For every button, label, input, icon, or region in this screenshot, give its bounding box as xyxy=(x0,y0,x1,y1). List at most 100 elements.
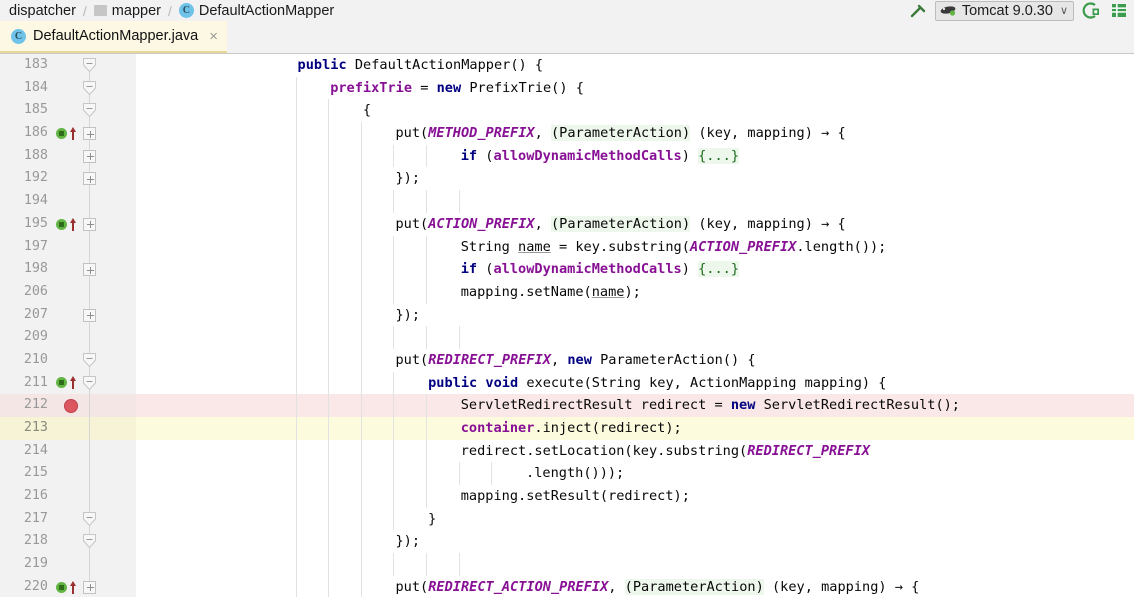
code-line[interactable]: 207}); xyxy=(0,303,1134,327)
code-text[interactable]: public DefaultActionMapper() { xyxy=(136,54,1134,77)
fold-column[interactable] xyxy=(82,190,98,213)
fold-column[interactable] xyxy=(82,235,98,259)
code-text[interactable]: if (allowDynamicMethodCalls) {...} xyxy=(136,144,1134,168)
fold-column[interactable] xyxy=(82,99,98,123)
editor-gutter-cell[interactable]: 214 xyxy=(0,439,136,463)
fold-column[interactable] xyxy=(82,530,98,554)
fold-column[interactable] xyxy=(82,167,98,191)
fold-column[interactable] xyxy=(82,76,98,100)
code-text[interactable]: { xyxy=(136,99,1134,123)
code-line[interactable]: 206 mapping.setName(name); xyxy=(0,280,1134,304)
run-configuration-selector[interactable]: Tomcat 9.0.30 ∨ xyxy=(934,0,1074,21)
editor-gutter-cell[interactable]: 217 xyxy=(0,507,136,531)
fold-collapse-icon[interactable] xyxy=(83,375,96,391)
code-line[interactable]: 185 { xyxy=(0,99,1134,123)
editor-gutter-cell[interactable]: 212 xyxy=(0,394,136,417)
editor-gutter-cell[interactable]: 188 xyxy=(0,144,136,168)
fold-expand-icon[interactable] xyxy=(83,149,96,163)
tab-default-action-mapper[interactable]: C DefaultActionMapper.java × xyxy=(0,21,228,53)
code-text[interactable] xyxy=(136,326,1134,349)
code-line[interactable]: 211 public void execute(String key, Actio… xyxy=(0,371,1134,395)
breakpoint-icon[interactable] xyxy=(64,398,78,413)
editor-gutter-cell[interactable]: 216 xyxy=(0,485,136,508)
fold-column[interactable] xyxy=(82,144,98,168)
editor-gutter-cell[interactable]: 211 xyxy=(0,371,136,395)
overriding-method-icon[interactable] xyxy=(69,376,77,390)
fold-column[interactable] xyxy=(82,553,98,576)
code-text[interactable]: redirect.setLocation(key.substring(REDIR… xyxy=(136,439,1134,463)
fold-column[interactable] xyxy=(82,507,98,531)
implemented-method-icon[interactable] xyxy=(56,581,67,593)
breadcrumb-item-mapper[interactable]: mapper xyxy=(91,3,164,19)
code-text[interactable]: }); xyxy=(136,167,1134,191)
code-text[interactable]: }); xyxy=(136,303,1134,327)
code-text[interactable]: String name = key.substring(ACTION_PREFI… xyxy=(136,235,1134,259)
fold-column[interactable] xyxy=(82,212,98,236)
fold-column[interactable] xyxy=(82,258,98,281)
code-line[interactable]: 219 xyxy=(0,553,1134,576)
implemented-method-icon[interactable] xyxy=(56,377,67,389)
fold-column[interactable] xyxy=(82,280,98,304)
fold-column[interactable] xyxy=(82,462,98,486)
code-line[interactable]: 215 .length())); xyxy=(0,462,1134,486)
editor-gutter-cell[interactable]: 183 xyxy=(0,54,136,77)
code-line[interactable]: 184 prefixTrie = new PrefixTrie() { xyxy=(0,76,1134,100)
code-text[interactable]: public void execute(String key, ActionMa… xyxy=(136,371,1134,395)
code-line[interactable]: 212 ServletRedirectResult redirect = new … xyxy=(0,394,1134,417)
code-text[interactable]: container.inject(redirect); xyxy=(136,417,1134,440)
editor-gutter-cell[interactable]: 209 xyxy=(0,326,136,349)
code-line[interactable]: 188 if (allowDynamicMethodCalls) {...} xyxy=(0,144,1134,168)
code-text[interactable] xyxy=(136,190,1134,213)
code-line[interactable]: 213 container.inject(redirect); xyxy=(0,417,1134,440)
code-line[interactable]: 210 put(REDIRECT_PREFIX, new ParameterAct… xyxy=(0,348,1134,372)
fold-collapse-icon[interactable] xyxy=(83,58,96,73)
editor-gutter-cell[interactable]: 215 xyxy=(0,462,136,486)
fold-column[interactable] xyxy=(82,303,98,327)
code-text[interactable]: }); xyxy=(136,530,1134,554)
code-line[interactable]: 220 put(REDIRECT_ACTION_PREFIX, (Paramete… xyxy=(0,575,1134,597)
fold-column[interactable] xyxy=(82,575,98,597)
editor-gutter-cell[interactable]: 186 xyxy=(0,122,136,145)
fold-collapse-icon[interactable] xyxy=(83,534,96,549)
fold-column[interactable] xyxy=(82,122,98,145)
code-text[interactable]: put(METHOD_PREFIX, (ParameterAction) (ke… xyxy=(136,122,1134,145)
code-line[interactable]: 218}); xyxy=(0,530,1134,554)
code-editor[interactable]: 183 public DefaultActionMapper() {184 pref… xyxy=(0,54,1134,597)
overriding-method-icon[interactable] xyxy=(69,217,77,231)
code-text[interactable]: put(REDIRECT_PREFIX, new ParameterAction… xyxy=(136,348,1134,372)
fold-expand-icon[interactable] xyxy=(83,263,96,277)
hammer-icon[interactable] xyxy=(907,1,929,21)
code-text[interactable]: put(REDIRECT_ACTION_PREFIX, (ParameterAc… xyxy=(136,575,1134,597)
editor-gutter-cell[interactable]: 220 xyxy=(0,575,136,597)
breadcrumb-item-class[interactable]: C DefaultActionMapper xyxy=(176,3,337,19)
editor-gutter-cell[interactable]: 218 xyxy=(0,530,136,554)
fold-collapse-icon[interactable] xyxy=(83,80,96,96)
fold-collapse-icon[interactable] xyxy=(83,511,96,527)
code-text[interactable]: if (allowDynamicMethodCalls) {...} xyxy=(136,258,1134,281)
editor-gutter-cell[interactable]: 192 xyxy=(0,167,136,191)
editor-gutter-cell[interactable]: 207 xyxy=(0,303,136,327)
editor-gutter-cell[interactable]: 197 xyxy=(0,235,136,259)
debug-icon[interactable] xyxy=(1080,1,1102,21)
editor-gutter-cell[interactable]: 219 xyxy=(0,553,136,576)
editor-gutter-cell[interactable]: 198 xyxy=(0,258,136,281)
code-text[interactable]: .length())); xyxy=(136,462,1134,486)
database-icon[interactable] xyxy=(1108,1,1130,21)
chevron-down-icon[interactable]: ∨ xyxy=(1060,4,1068,17)
editor-gutter-cell[interactable]: 185 xyxy=(0,99,136,123)
code-line[interactable]: 209 xyxy=(0,326,1134,349)
code-line[interactable]: 195 put(ACTION_PREFIX, (ParameterAction) … xyxy=(0,212,1134,236)
editor-gutter-cell[interactable]: 213 xyxy=(0,417,136,440)
fold-expand-icon[interactable] xyxy=(83,308,96,322)
code-line[interactable]: 192}); xyxy=(0,167,1134,191)
fold-collapse-icon[interactable] xyxy=(83,352,96,368)
fold-column[interactable] xyxy=(82,417,98,440)
fold-expand-icon[interactable] xyxy=(83,127,96,141)
fold-column[interactable] xyxy=(82,371,98,395)
code-text[interactable]: put(ACTION_PREFIX, (ParameterAction) (ke… xyxy=(136,212,1134,236)
code-text[interactable]: ServletRedirectResult redirect = new Ser… xyxy=(136,394,1134,417)
fold-column[interactable] xyxy=(82,394,98,417)
close-icon[interactable]: × xyxy=(209,29,218,44)
fold-expand-icon[interactable] xyxy=(83,580,96,594)
overriding-method-icon[interactable] xyxy=(69,580,77,594)
